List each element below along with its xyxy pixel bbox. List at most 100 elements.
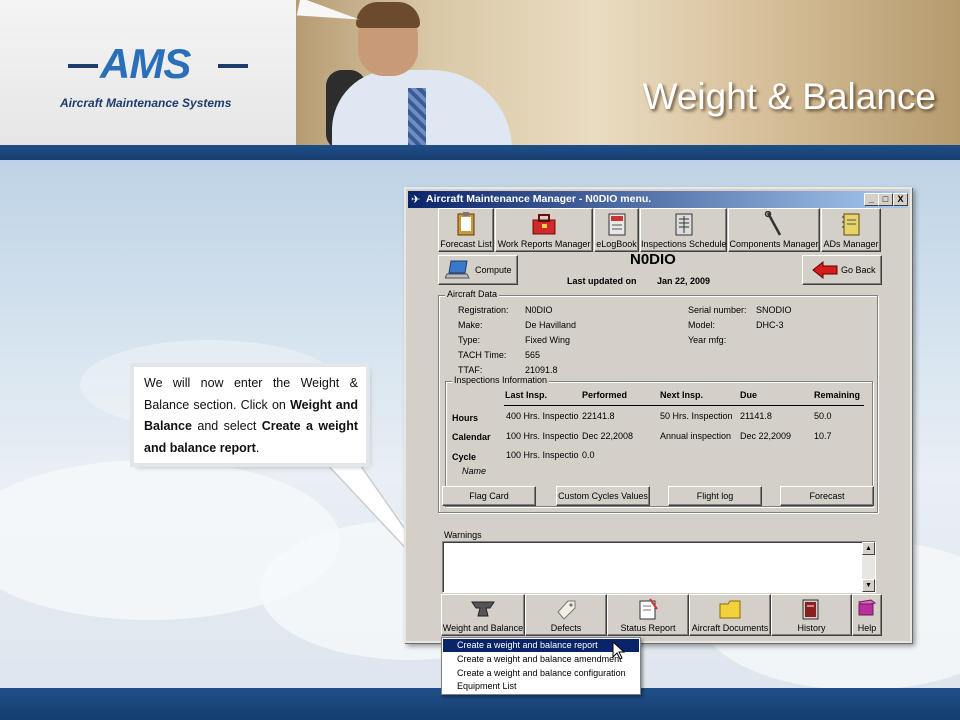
warnings-label: Warnings — [444, 530, 482, 540]
bottom-label: Defects — [550, 623, 582, 633]
help-button[interactable]: Help — [852, 594, 882, 636]
col-header-next-insp: Next Insp. — [660, 390, 704, 400]
hours-next-insp: 50 Hrs. Inspection — [660, 411, 733, 421]
weight-and-balance-button[interactable]: Weight and Balance — [441, 594, 525, 636]
toolbar-inspections-schedule-button[interactable]: Inspections Schedule — [640, 208, 727, 252]
col-header-performed: Performed — [582, 390, 628, 400]
defects-button[interactable]: Defects — [525, 594, 607, 636]
warnings-textbox[interactable]: ▲ ▼ — [442, 541, 876, 593]
calendar-next-insp: Annual inspection — [660, 431, 732, 441]
calendar-performed: Dec 22,2008 — [582, 431, 634, 441]
hours-last-insp: 400 Hrs. Inspectio — [506, 411, 579, 421]
flag-card-button[interactable]: Flag Card — [442, 486, 536, 506]
menu-item-create-amendment[interactable]: Create a weight and balance amendment — [443, 653, 639, 666]
window-titlebar[interactable]: ✈ Aircraft Maintenance Manager - N0DIO m… — [408, 191, 908, 208]
notebook-icon — [842, 213, 860, 236]
folder-icon — [719, 600, 741, 619]
callout-end: . — [255, 440, 260, 455]
cycle-performed: 0.0 — [582, 450, 595, 460]
flag-card-label: Flag Card — [469, 491, 509, 501]
history-button[interactable]: History — [771, 594, 852, 636]
wrench-icon — [764, 211, 782, 236]
history-icon — [802, 599, 819, 620]
schedule-icon — [675, 213, 692, 236]
forecast-button[interactable]: Forecast — [780, 486, 874, 506]
go-back-button[interactable]: Go Back — [802, 255, 882, 285]
toolbar-elogbook-button[interactable]: eLogBook — [594, 208, 639, 252]
weight-balance-dropdown-menu: Create a weight and balance report Creat… — [441, 637, 641, 695]
col-header-last-insp: Last Insp. — [505, 390, 548, 400]
calendar-last-insp: 100 Hrs. Inspectio — [506, 431, 579, 441]
cycle-name-label: Name — [462, 466, 487, 476]
registration-value: N0DIO — [525, 305, 553, 315]
flight-log-label: Flight log — [696, 491, 734, 501]
custom-cycles-label: Custom Cycles Values — [558, 491, 648, 501]
instruction-callout: We will now enter the Weight & Balance s… — [134, 367, 366, 463]
row-label-hours: Hours — [452, 413, 479, 423]
anvil-icon — [471, 601, 495, 617]
custom-cycles-values-button[interactable]: Custom Cycles Values — [556, 486, 650, 506]
toolbar-label: Inspections Schedule — [641, 239, 727, 249]
scroll-up-arrow-icon[interactable]: ▲ — [862, 542, 875, 555]
menu-item-equipment-list[interactable]: Equipment List — [443, 680, 639, 693]
header-underline — [504, 405, 864, 406]
toolbar-label: Work Reports Manager — [497, 239, 591, 249]
menu-item-create-configuration[interactable]: Create a weight and balance configuratio… — [443, 667, 639, 680]
tach-time-label: TACH Time: — [458, 350, 507, 360]
laptop-icon — [445, 260, 470, 279]
type-label: Type: — [458, 335, 481, 345]
cycle-last-insp: 100 Hrs. Inspectio — [506, 450, 579, 460]
serial-number-value: SNODIO — [756, 305, 792, 315]
serial-number-label: Serial number: — [688, 305, 747, 315]
toolbar-forecast-list-button[interactable]: Forecast List — [438, 208, 494, 252]
tach-time-value: 565 — [525, 350, 541, 360]
bottom-label: Aircraft Documents — [691, 623, 769, 633]
scroll-down-arrow-icon[interactable]: ▼ — [862, 579, 875, 592]
toolbox-icon — [532, 214, 556, 235]
maximize-button[interactable]: □ — [878, 193, 893, 206]
callout-middle: and select — [191, 419, 262, 433]
menu-item-create-report[interactable]: Create a weight and balance report — [443, 639, 639, 652]
registration-label: Registration: — [458, 305, 509, 315]
report-icon — [639, 598, 658, 620]
model-value: DHC-3 — [756, 320, 784, 330]
toolbar-ads-manager-button[interactable]: ADs Manager — [821, 208, 881, 252]
minimize-button[interactable]: _ — [864, 193, 879, 206]
hours-due: 21141.8 — [740, 411, 772, 421]
col-header-due: Due — [740, 390, 758, 400]
last-updated-label: Last updated on — [567, 276, 637, 286]
bottom-label: Help — [857, 623, 877, 633]
toolbar-work-reports-button[interactable]: Work Reports Manager — [495, 208, 593, 252]
hours-remaining: 50.0 — [814, 411, 832, 421]
model-label: Model: — [688, 320, 716, 330]
row-label-calendar: Calendar — [452, 432, 491, 442]
row-label-cycle: Cycle — [452, 452, 477, 462]
make-label: Make: — [458, 320, 483, 330]
bottom-label: History — [797, 623, 826, 633]
go-back-label: Go Back — [841, 265, 876, 275]
mouse-cursor-icon — [612, 641, 626, 660]
callout-text: We will now enter the Weight & Balance s… — [144, 373, 358, 459]
compute-label: Compute — [475, 265, 512, 275]
arrow-left-icon — [812, 260, 838, 280]
window-title: Aircraft Maintenance Manager - N0DIO men… — [426, 193, 652, 205]
book-icon — [857, 599, 877, 616]
close-button[interactable]: X — [893, 193, 908, 206]
make-value: De Havilland — [525, 320, 577, 330]
bottom-label: Status Report — [620, 623, 676, 633]
compute-button[interactable]: Compute — [438, 255, 518, 285]
status-report-button[interactable]: Status Report — [607, 594, 689, 636]
toolbar-label: ADs Manager — [823, 239, 879, 249]
hours-performed: 22141.8 — [582, 411, 615, 421]
calendar-remaining: 10.7 — [814, 431, 832, 441]
aircraft-documents-button[interactable]: Aircraft Documents — [689, 594, 771, 636]
ttaf-value: 21091.8 — [525, 365, 558, 375]
aircraft-data-title: Aircraft Data — [445, 289, 500, 299]
last-updated-value: Jan 22, 2009 — [657, 276, 711, 286]
toolbar-label: Components Manager — [729, 239, 819, 249]
warnings-scrollbar[interactable]: ▲ ▼ — [862, 542, 875, 592]
clipboard-icon — [457, 212, 475, 236]
flight-log-button[interactable]: Flight log — [668, 486, 762, 506]
toolbar-components-manager-button[interactable]: Components Manager — [728, 208, 820, 252]
inspections-title: Inspections Information — [452, 375, 550, 385]
